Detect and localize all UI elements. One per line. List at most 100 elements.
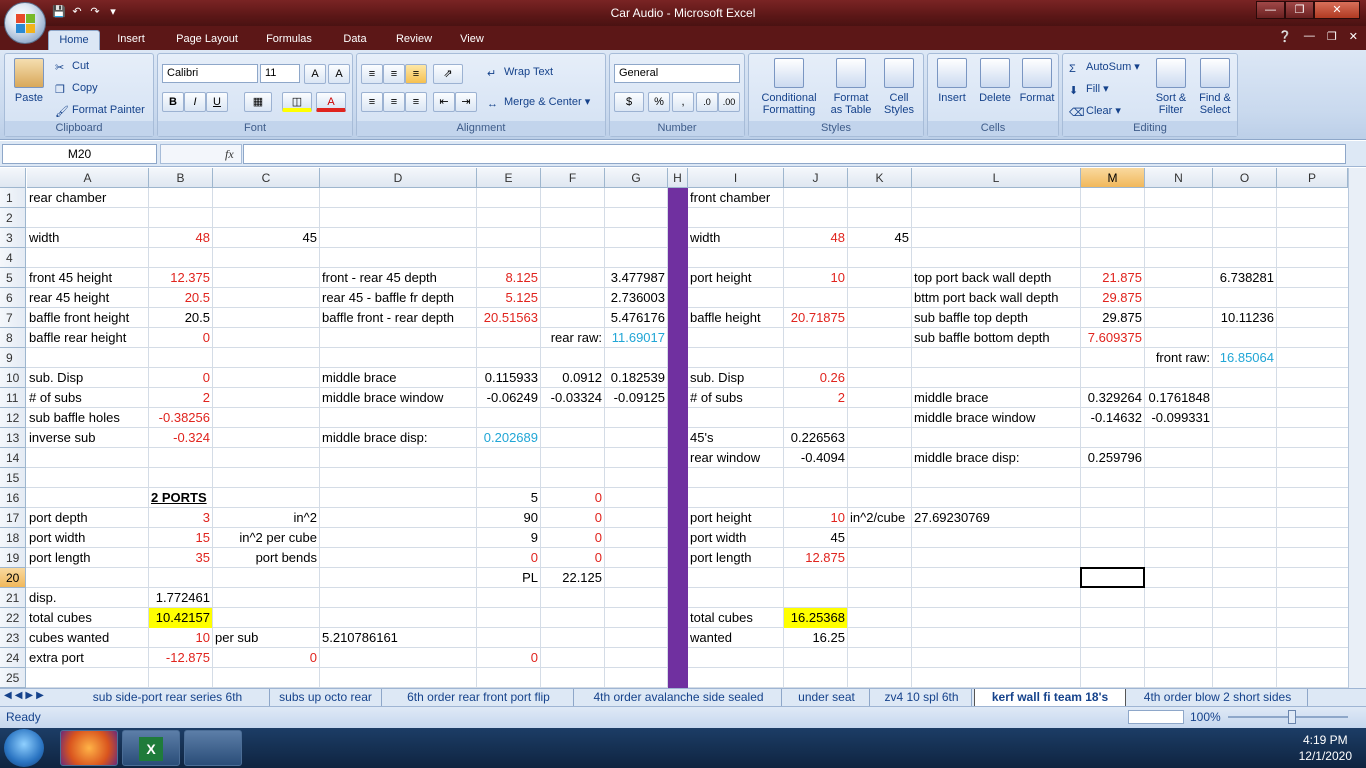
cell-b5[interactable]: 12.375 [149,268,212,288]
increase-decimal-button[interactable]: .0 [696,92,718,112]
row-header-12[interactable]: 12 [0,408,26,428]
cell-j23[interactable]: 16.25 [784,628,847,648]
row-header-13[interactable]: 13 [0,428,26,448]
cell-b22[interactable]: 10.42157 [149,608,212,628]
percent-button[interactable]: % [648,92,670,112]
column-header-m[interactable]: M [1081,168,1145,188]
cell-j19[interactable]: 12.875 [784,548,847,568]
sheet-tab[interactable]: under seat [784,689,870,706]
cell-o9[interactable]: 16.85064 [1213,348,1276,368]
insert-cells-button[interactable]: Insert [930,58,974,104]
close-workbook-icon[interactable]: ✕ [1349,30,1358,43]
cell-l14[interactable]: middle brace disp: [912,448,1080,468]
cell-e19[interactable]: 0 [477,548,540,568]
cell-l5[interactable]: top port back wall depth [912,268,1080,288]
cell-e5[interactable]: 8.125 [477,268,540,288]
cell-d10[interactable]: middle brace [320,368,476,388]
cell-e24[interactable]: 0 [477,648,540,668]
grow-font-button[interactable]: A [304,64,326,84]
cell-g7[interactable]: 5.476176 [605,308,667,328]
row-header-2[interactable]: 2 [0,208,26,228]
cell-i14[interactable]: rear window [688,448,783,468]
cell-m6[interactable]: 29.875 [1081,288,1144,308]
row-header-24[interactable]: 24 [0,648,26,668]
cell-l8[interactable]: sub baffle bottom depth [912,328,1080,348]
sheet-tab[interactable]: 6th order rear front port flip [384,689,574,706]
cell-n12[interactable]: -0.099331 [1145,408,1212,428]
row-header-3[interactable]: 3 [0,228,26,248]
row-header-4[interactable]: 4 [0,248,26,268]
cell-i23[interactable]: wanted [688,628,783,648]
column-header-j[interactable]: J [784,168,848,188]
column-header-l[interactable]: L [912,168,1081,188]
column-header-g[interactable]: G [605,168,668,188]
cell-b23[interactable]: 10 [149,628,212,648]
cell-g10[interactable]: 0.182539 [605,368,667,388]
align-center-button[interactable]: ≡ [383,92,405,112]
row-header-8[interactable]: 8 [0,328,26,348]
cell-b21[interactable]: 1.772461 [149,588,212,608]
column-header-b[interactable]: B [149,168,213,188]
tab-insert[interactable]: Insert [108,30,154,50]
cell-a13[interactable]: inverse sub [27,428,148,448]
wrap-text-button[interactable]: ↵ Wrap Text [487,66,553,80]
cell-a21[interactable]: disp. [27,588,148,608]
tab-home[interactable]: Home [48,30,100,50]
shrink-font-button[interactable]: A [328,64,350,84]
cell-o5[interactable]: 6.738281 [1213,268,1276,288]
row-header-11[interactable]: 11 [0,388,26,408]
column-header-n[interactable]: N [1145,168,1213,188]
column-header-a[interactable]: A [27,168,149,188]
cell-l17[interactable]: 27.69230769 [912,508,1080,528]
orientation-button[interactable]: ⇗ [433,64,463,84]
cell-b24[interactable]: -12.875 [149,648,212,668]
cell-d6[interactable]: rear 45 - baffle fr depth [320,288,476,308]
align-bottom-button[interactable]: ≡ [405,64,427,84]
cell-i10[interactable]: sub. Disp [688,368,783,388]
decrease-decimal-button[interactable]: .00 [718,92,740,112]
firefox-icon[interactable] [60,730,118,766]
cell-b16[interactable]: 2 PORTS [149,488,212,508]
row-header-15[interactable]: 15 [0,468,26,488]
cell-a11[interactable]: # of subs [27,388,148,408]
zoom-slider-thumb[interactable] [1288,710,1296,724]
cell-i1[interactable]: front chamber [688,188,783,208]
cell-a24[interactable]: extra port [27,648,148,668]
select-all-corner[interactable] [0,168,26,188]
system-clock[interactable]: 4:19 PM 12/1/2020 [1299,732,1352,764]
paste-button[interactable]: Paste [9,58,49,104]
cell-i3[interactable]: width [688,228,783,248]
merge-center-button[interactable]: ↔ Merge & Center ▾ [487,95,590,111]
column-header-i[interactable]: I [688,168,784,188]
cell-f17[interactable]: 0 [541,508,604,528]
cell-a1[interactable]: rear chamber [27,188,148,208]
cell-n9[interactable]: front raw: [1145,348,1212,368]
cell-e13[interactable]: 0.202689 [477,428,540,448]
formula-input[interactable] [243,144,1346,164]
cell-c19[interactable]: port bends [213,548,319,568]
cell-i19[interactable]: port length [688,548,783,568]
underline-button[interactable]: U [206,92,228,112]
tab-review[interactable]: Review [388,30,440,50]
cell-f11[interactable]: -0.03324 [541,388,604,408]
autosum-button[interactable]: Σ AutoSum ▾ [1069,60,1140,76]
row-header-10[interactable]: 10 [0,368,26,388]
cell-k3[interactable]: 45 [848,228,911,248]
restore-workbook-icon[interactable]: ❐ [1327,30,1337,43]
ribbon-minimize-icon[interactable]: — [1304,30,1315,43]
fill-color-button[interactable]: ◫ [282,92,312,112]
cell-d13[interactable]: middle brace disp: [320,428,476,448]
cell-b12[interactable]: -0.38256 [149,408,212,428]
cell-i13[interactable]: 45's [688,428,783,448]
delete-cells-button[interactable]: Delete [974,58,1016,104]
cell-b8[interactable]: 0 [149,328,212,348]
column-header-p[interactable]: P [1277,168,1348,188]
conditional-formatting-button[interactable]: Conditional Formatting [753,58,825,116]
cell-c3[interactable]: 45 [213,228,319,248]
cell-g5[interactable]: 3.477987 [605,268,667,288]
font-size-select[interactable]: 11 [260,64,300,83]
align-left-button[interactable]: ≡ [361,92,383,112]
sheet-tab[interactable]: sub side-port rear series 6th [66,689,270,706]
cell-i11[interactable]: # of subs [688,388,783,408]
graph-app-icon[interactable] [184,730,242,766]
